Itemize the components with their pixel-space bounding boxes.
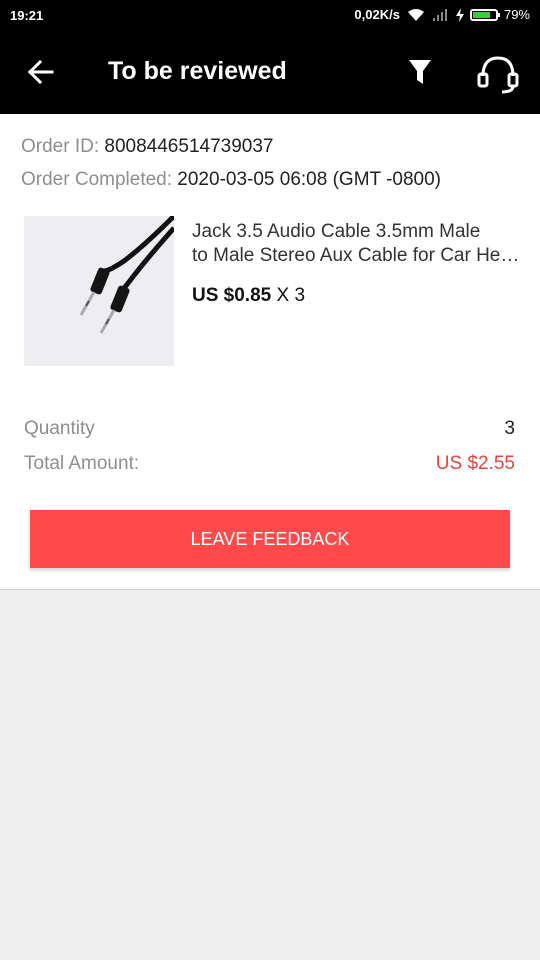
- back-arrow-icon: [27, 59, 54, 85]
- status-bar: 19:21 0,02K/s 79%: [0, 0, 540, 32]
- order-card: Order ID: 8008446514739037 Order Complet…: [0, 114, 540, 590]
- order-completed-label: Order Completed:: [21, 169, 173, 190]
- product-multiplier: X 3: [276, 285, 306, 306]
- order-id-label: Order ID:: [21, 136, 100, 157]
- battery-fill: [472, 11, 491, 18]
- order-completed-value: 2020-03-05 06:08 (GMT -0800): [177, 169, 441, 190]
- leave-feedback-button[interactable]: LEAVE FEEDBACK: [30, 510, 510, 568]
- status-right-group: 0,02K/s 79%: [354, 7, 530, 22]
- status-time: 19:21: [10, 8, 44, 23]
- filter-button[interactable]: [398, 52, 442, 94]
- product-title-line1: Jack 3.5 Audio Cable 3.5mm Male: [192, 221, 481, 242]
- product-image[interactable]: [24, 214, 176, 366]
- order-id-value: 8008446514739037: [104, 136, 274, 157]
- cell-signal-icon: [432, 8, 447, 21]
- product-unit-price: US $0.85: [192, 285, 272, 306]
- quantity-label: Quantity: [24, 418, 95, 439]
- total-amount-label: Total Amount:: [24, 453, 140, 474]
- page-title: To be reviewed: [108, 57, 287, 85]
- order-completed-row: Order Completed: 2020-03-05 06:08 (GMT -…: [21, 169, 441, 191]
- app-bar: To be reviewed: [0, 32, 540, 114]
- audio-cable-image: [79, 214, 176, 334]
- product-title[interactable]: Jack 3.5 Audio Cable 3.5mm Male to Male …: [192, 220, 522, 268]
- network-speed: 0,02K/s: [354, 7, 400, 22]
- headset-support-icon: [477, 56, 519, 94]
- wifi-icon: [407, 8, 424, 21]
- order-id-row: Order ID: 8008446514739037: [21, 136, 273, 158]
- battery-percent: 79%: [503, 7, 530, 22]
- filter-icon: [409, 60, 431, 84]
- product-title-line2: to Male Stereo Aux Cable for Car Headpho…: [192, 245, 522, 266]
- charging-icon: [455, 7, 464, 22]
- quantity-value: 3: [504, 418, 515, 439]
- battery-icon: [469, 8, 500, 21]
- total-amount-value: US $2.55: [435, 453, 515, 474]
- back-button[interactable]: [20, 52, 64, 92]
- customer-support-button[interactable]: [474, 50, 522, 96]
- product-price-row: US $0.85 X 3: [192, 285, 305, 307]
